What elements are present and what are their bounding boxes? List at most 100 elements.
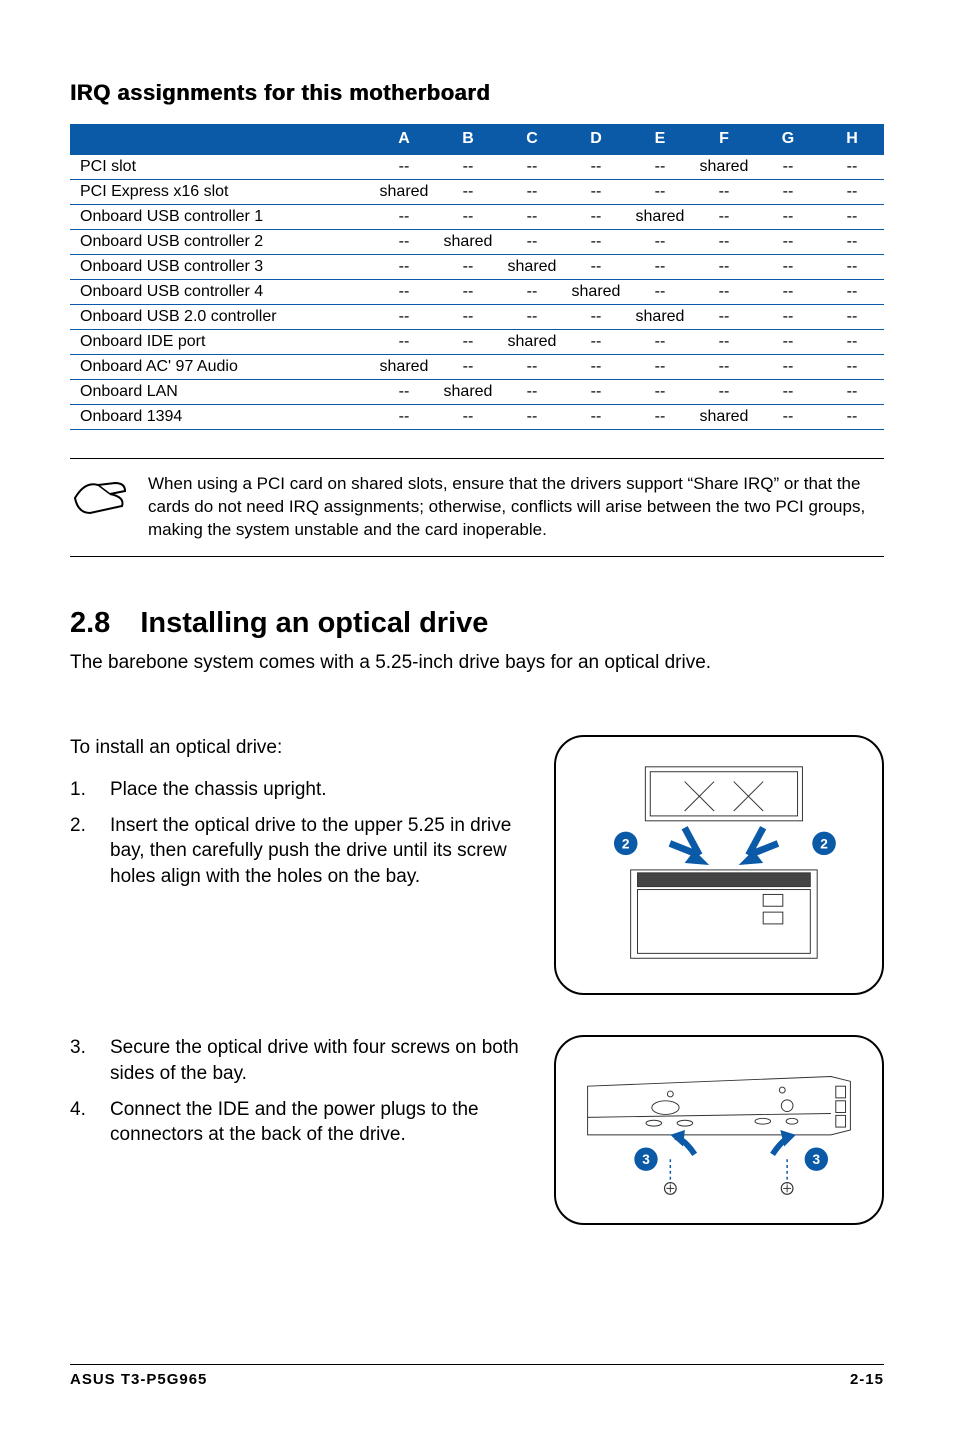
cell: -- [372, 405, 436, 430]
row-label: Onboard USB controller 1 [70, 205, 372, 230]
col-e: E [628, 124, 692, 155]
cell: -- [756, 155, 820, 180]
step-text: Secure the optical drive with four screw… [110, 1035, 524, 1086]
cell: -- [756, 305, 820, 330]
svg-text:3: 3 [813, 1153, 821, 1168]
cell: -- [692, 205, 756, 230]
cell: -- [372, 230, 436, 255]
irq-heading: IRQ assignments for this motherboard [70, 80, 884, 106]
table-row: Onboard USB controller 4------shared----… [70, 280, 884, 305]
row-label: Onboard USB controller 3 [70, 255, 372, 280]
cell: -- [820, 255, 884, 280]
cell: -- [628, 230, 692, 255]
cell: -- [500, 280, 564, 305]
cell: -- [436, 305, 500, 330]
table-row: PCI slot----------shared---- [70, 155, 884, 180]
diagram-secure-drive: 3 3 [554, 1035, 884, 1225]
cell: -- [500, 180, 564, 205]
cell: -- [756, 205, 820, 230]
cell: -- [500, 355, 564, 380]
cell: -- [820, 330, 884, 355]
section-2-8-heading: 2.8 Installing an optical drive [70, 607, 884, 640]
cell: -- [628, 405, 692, 430]
cell: -- [564, 305, 628, 330]
cell: -- [564, 380, 628, 405]
cell: -- [500, 305, 564, 330]
row-label: Onboard USB controller 2 [70, 230, 372, 255]
cell: -- [820, 380, 884, 405]
cell: -- [500, 380, 564, 405]
cell: -- [692, 255, 756, 280]
cell: -- [756, 280, 820, 305]
cell: -- [756, 180, 820, 205]
cell: -- [500, 155, 564, 180]
cell: -- [372, 280, 436, 305]
row-label: Onboard AC' 97 Audio [70, 355, 372, 380]
cell: -- [500, 205, 564, 230]
step-text: Insert the optical drive to the upper 5.… [110, 813, 524, 890]
cell: -- [564, 405, 628, 430]
table-header-blank [70, 124, 372, 155]
section-title: Installing an optical drive [140, 607, 488, 640]
cell: -- [692, 305, 756, 330]
cell: shared [500, 255, 564, 280]
cell: -- [820, 305, 884, 330]
note-box: When using a PCI card on shared slots, e… [70, 458, 884, 557]
cell: -- [436, 355, 500, 380]
cell: -- [372, 255, 436, 280]
col-f: F [692, 124, 756, 155]
cell: -- [692, 180, 756, 205]
section-intro: The barebone system comes with a 5.25-in… [70, 650, 884, 676]
cell: -- [820, 155, 884, 180]
col-b: B [436, 124, 500, 155]
cell: -- [436, 280, 500, 305]
table-row: PCI Express x16 slotshared-------------- [70, 180, 884, 205]
footer-left: ASUS T3-P5G965 [70, 1371, 207, 1388]
row-label: Onboard LAN [70, 380, 372, 405]
cell: -- [372, 330, 436, 355]
note-hand-icon [70, 473, 130, 530]
cell: -- [820, 280, 884, 305]
footer-right: 2-15 [850, 1371, 884, 1388]
cell: -- [628, 330, 692, 355]
cell: -- [564, 255, 628, 280]
col-a: A [372, 124, 436, 155]
cell: -- [564, 330, 628, 355]
step-num: 3. [70, 1035, 90, 1086]
cell: -- [756, 380, 820, 405]
cell: -- [692, 280, 756, 305]
cell: -- [436, 205, 500, 230]
table-row: Onboard LAN--shared------------ [70, 380, 884, 405]
col-d: D [564, 124, 628, 155]
cell: -- [436, 180, 500, 205]
cell: -- [756, 355, 820, 380]
cell: -- [500, 230, 564, 255]
section-number: 2.8 [70, 607, 110, 640]
cell: shared [564, 280, 628, 305]
cell: -- [628, 280, 692, 305]
step-text: Place the chassis upright. [110, 777, 327, 803]
cell: -- [820, 230, 884, 255]
cell: -- [820, 205, 884, 230]
step-2: 2. Insert the optical drive to the upper … [70, 813, 524, 890]
cell: -- [692, 230, 756, 255]
step-num: 2. [70, 813, 90, 890]
step-4: 4.Connect the IDE and the power plugs to… [70, 1097, 524, 1148]
svg-text:2: 2 [820, 837, 828, 852]
row-label: Onboard USB controller 4 [70, 280, 372, 305]
cell: -- [564, 205, 628, 230]
cell: -- [756, 405, 820, 430]
cell: -- [628, 155, 692, 180]
cell: -- [820, 405, 884, 430]
row-label: Onboard USB 2.0 controller [70, 305, 372, 330]
cell: shared [436, 380, 500, 405]
cell: -- [564, 180, 628, 205]
cell: -- [436, 330, 500, 355]
table-row: Onboard AC' 97 Audioshared-------------- [70, 355, 884, 380]
cell: -- [692, 355, 756, 380]
cell: -- [564, 230, 628, 255]
row-label: Onboard IDE port [70, 330, 372, 355]
cell: -- [692, 330, 756, 355]
cell: -- [820, 180, 884, 205]
cell: shared [628, 205, 692, 230]
